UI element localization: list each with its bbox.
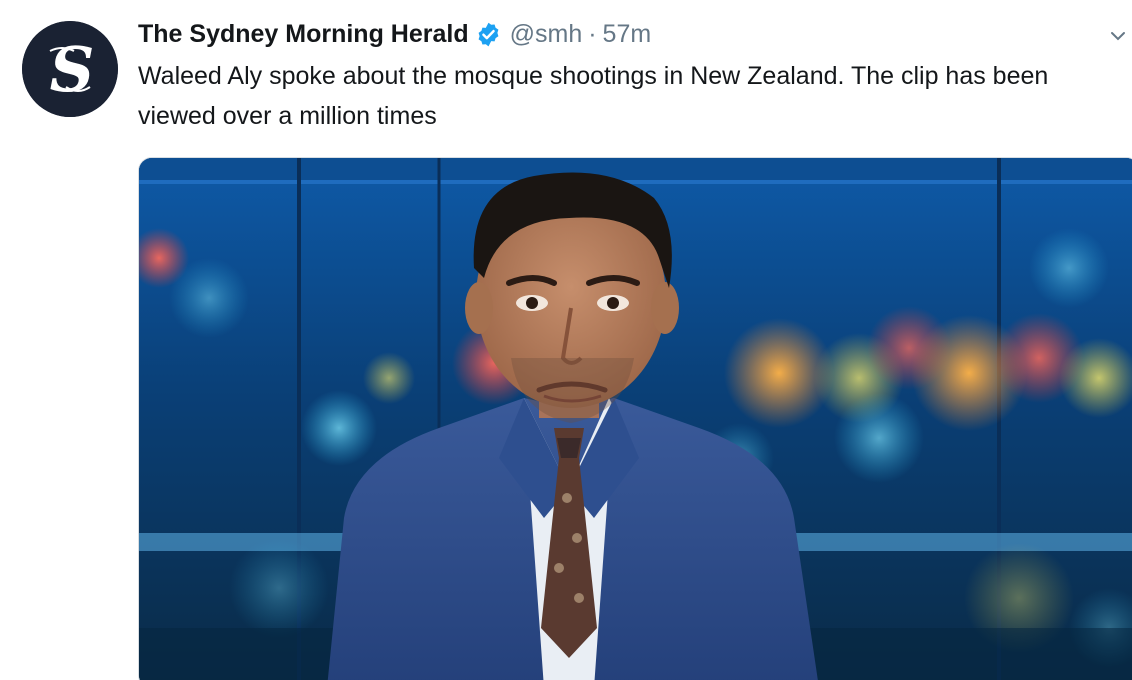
tweet-text: Waleed Aly spoke about the mosque shooti… [138, 62, 1049, 130]
tweet: S The Sydney Morning Herald @smh · 57m W… [0, 0, 1132, 680]
author-display-name[interactable]: The Sydney Morning Herald [138, 20, 469, 49]
tweet-header: The Sydney Morning Herald @smh · 57m [138, 14, 1132, 54]
chevron-down-icon[interactable] [1110, 28, 1126, 44]
author-handle[interactable]: @smh [510, 20, 583, 49]
svg-text:S: S [50, 33, 95, 106]
tweet-body: The Sydney Morning Herald @smh · 57m Wal… [138, 14, 1132, 136]
header-separator: · [588, 19, 597, 48]
media-card[interactable] [138, 157, 1132, 680]
news-anchor-image [139, 158, 1132, 680]
verified-badge-icon [475, 21, 502, 48]
avatar[interactable]: S [22, 21, 118, 117]
smh-s-logo-icon: S [22, 21, 118, 117]
tweet-timestamp[interactable]: 57m [603, 20, 652, 49]
